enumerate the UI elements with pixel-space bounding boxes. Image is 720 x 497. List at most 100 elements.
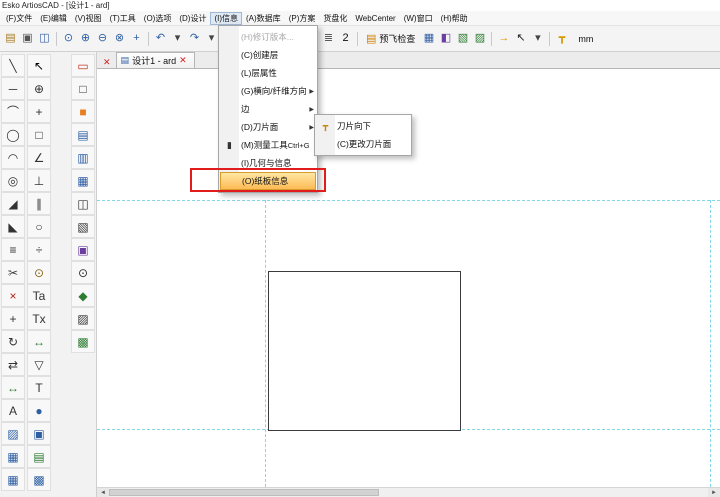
tool-line-icon[interactable]: ╲ xyxy=(1,54,25,77)
menu-item-board-information[interactable]: (O)纸板信息 xyxy=(220,172,316,190)
tool-offset-icon[interactable]: ≡ xyxy=(1,238,25,261)
menubar-item-scheme[interactable]: (P)方案 xyxy=(285,12,320,25)
tool-grid-icon[interactable]: ▦ xyxy=(1,445,25,468)
tool-dimension-alt-icon[interactable]: ↔ xyxy=(27,330,51,353)
submenu-item-blade-down[interactable]: ┳ 刀片向下 xyxy=(316,117,410,135)
tool-arc-icon[interactable]: ⌒ xyxy=(1,100,25,123)
close-document-button[interactable]: ✕ xyxy=(100,57,114,68)
menu-item-measure-tools[interactable]: ▮ (M)测量工具 Ctrl+G xyxy=(220,136,316,154)
catalog-icon[interactable]: ◧ xyxy=(437,30,454,48)
menu-item-side[interactable]: 边 ▶ xyxy=(220,100,316,118)
menubar-item-file[interactable]: (F)文件 xyxy=(2,12,36,25)
menubar-item-window[interactable]: (W)窗口 xyxy=(400,12,437,25)
tool-letter-t-icon[interactable]: T xyxy=(27,376,51,399)
pan-icon[interactable]: + xyxy=(128,30,145,48)
view-overlay-icon[interactable]: ▥ xyxy=(71,146,95,169)
tool-select-icon[interactable]: ↖ xyxy=(27,54,51,77)
view-report-icon[interactable]: ▩ xyxy=(71,330,95,353)
close-tab-button[interactable]: ✕ xyxy=(176,55,190,66)
redo-icon[interactable]: ↷ xyxy=(186,30,203,48)
select-dropdown-icon[interactable]: ▾ xyxy=(529,30,546,48)
menubar-item-tools[interactable]: (T)工具 xyxy=(106,12,140,25)
menubar-item-help[interactable]: (H)帮助 xyxy=(437,12,472,25)
tool-rotate-icon[interactable]: ↻ xyxy=(1,330,25,353)
tool-curve-icon[interactable]: ◠ xyxy=(1,146,25,169)
tool-ellipse-icon[interactable]: ◎ xyxy=(1,169,25,192)
menu-item-blade-face[interactable]: (D)刀片面 ▶ xyxy=(220,118,316,136)
menubar-item-edit[interactable]: (E)编辑 xyxy=(36,12,71,25)
clipboard-icon[interactable]: ▤ xyxy=(2,30,19,48)
zoom-out-icon[interactable]: ⊖ xyxy=(94,30,111,48)
design-rectangle[interactable] xyxy=(268,271,461,431)
undo-dropdown-icon[interactable]: ▾ xyxy=(169,30,186,48)
undo-icon[interactable]: ↶ xyxy=(152,30,169,48)
scrollbar-track[interactable] xyxy=(109,488,708,497)
tool-hline-icon[interactable]: ─ xyxy=(1,77,25,100)
zoom-in-icon[interactable]: ⊕ xyxy=(77,30,94,48)
view-sheet-icon[interactable]: ▨ xyxy=(71,307,95,330)
menubar-item-palletization[interactable]: 货盘化 xyxy=(319,12,351,25)
tab-design1[interactable]: ▤ 设计1 - ard ✕ xyxy=(116,52,195,68)
scroll-left-icon[interactable]: ◄ xyxy=(97,488,109,497)
tool-pan-icon[interactable]: + xyxy=(27,100,51,123)
tool-measure-icon[interactable]: ⊙ xyxy=(27,261,51,284)
tool-tangent-icon[interactable]: ○ xyxy=(27,215,51,238)
view-props-icon[interactable]: ▣ xyxy=(71,238,95,261)
menu-item-layer-properties[interactable]: (L)层属性 xyxy=(220,64,316,82)
properties-icon[interactable]: ≣ xyxy=(320,30,337,48)
menubar-item-view[interactable]: (V)视图 xyxy=(71,12,106,25)
tool-scissors-icon[interactable]: ✂ xyxy=(1,261,25,284)
select-tool-icon[interactable]: ↖ xyxy=(512,30,529,48)
zoom-scale-label[interactable]: 2 xyxy=(337,30,354,48)
tool-palette-icon[interactable]: ▩ xyxy=(27,468,51,491)
tool-text-icon[interactable]: A xyxy=(1,399,25,422)
tool-sheet-icon[interactable]: ▤ xyxy=(27,445,51,468)
tool-angle-icon[interactable]: ∠ xyxy=(27,146,51,169)
tool-node-edit-icon[interactable]: □ xyxy=(27,123,51,146)
tool-layout-icon[interactable]: ▣ xyxy=(27,422,51,445)
layers-icon[interactable]: ▦ xyxy=(420,30,437,48)
advance-arrow-icon[interactable]: → xyxy=(495,30,512,48)
output-icon[interactable]: ▨ xyxy=(471,30,488,48)
tool-mirror-icon[interactable]: ⇄ xyxy=(1,353,25,376)
zoom-window-icon[interactable]: ⊙ xyxy=(60,30,77,48)
tool-text-ta-icon[interactable]: Ta xyxy=(27,284,51,307)
view-snap-icon[interactable]: ◫ xyxy=(71,192,95,215)
scroll-right-icon[interactable]: ► xyxy=(708,488,720,497)
tool-divide-icon[interactable]: ÷ xyxy=(27,238,51,261)
tool-circle-icon[interactable]: ◯ xyxy=(1,123,25,146)
view-outline-icon[interactable]: □ xyxy=(71,77,95,100)
tool-hatch-icon[interactable]: ▨ xyxy=(1,422,25,445)
tool-parallel-icon[interactable]: ∥ xyxy=(27,192,51,215)
tool-move-icon[interactable]: + xyxy=(1,307,25,330)
view-grid-icon[interactable]: ▦ xyxy=(71,169,95,192)
menubar-item-design[interactable]: (D)设计 xyxy=(175,12,210,25)
save-icon[interactable]: ◫ xyxy=(36,30,53,48)
menu-item-geometry-info[interactable]: (I)几何与信息 xyxy=(220,154,316,172)
menu-item-create-layer[interactable]: (C)创建层 xyxy=(220,46,316,64)
view-fill-icon[interactable]: ■ xyxy=(71,100,95,123)
menubar-item-information[interactable]: (I)信息 xyxy=(210,12,242,25)
tool-erase-icon[interactable]: × xyxy=(1,284,25,307)
tool-chamfer-icon[interactable]: ◣ xyxy=(1,215,25,238)
tool-text-tx-icon[interactable]: Tx xyxy=(27,307,51,330)
tool-perpendicular-icon[interactable]: ⊥ xyxy=(27,169,51,192)
scrollbar-thumb[interactable] xyxy=(109,489,379,496)
print-icon[interactable]: ▣ xyxy=(19,30,36,48)
preflight-check-button[interactable]: ▤ 预飞检查 xyxy=(361,30,420,48)
tool-fillet-icon[interactable]: ◢ xyxy=(1,192,25,215)
view-layers-icon[interactable]: ▤ xyxy=(71,123,95,146)
tool-dimension-icon[interactable]: ↔ xyxy=(1,376,25,399)
counter-icon[interactable]: ▧ xyxy=(454,30,471,48)
submenu-item-change-blade-face[interactable]: (C)更改刀片面 xyxy=(316,135,410,153)
tool-grid-alt-icon[interactable]: ▦ xyxy=(1,468,25,491)
menubar-item-database[interactable]: (A)数据库 xyxy=(242,12,285,25)
view-3d-icon[interactable]: ◆ xyxy=(71,284,95,307)
tool-symbol-icon[interactable]: ▽ xyxy=(27,353,51,376)
view-zoom-icon[interactable]: ⊙ xyxy=(71,261,95,284)
tool-zoom-icon[interactable]: ⊕ xyxy=(27,77,51,100)
blade-down-icon[interactable]: ┳ xyxy=(553,30,570,48)
menubar-item-options[interactable]: (O)选项 xyxy=(140,12,176,25)
menu-item-grain-direction[interactable]: (G)横向/纤维方向 ▶ xyxy=(220,82,316,100)
view-rebuild-icon[interactable]: ▭ xyxy=(71,54,95,77)
